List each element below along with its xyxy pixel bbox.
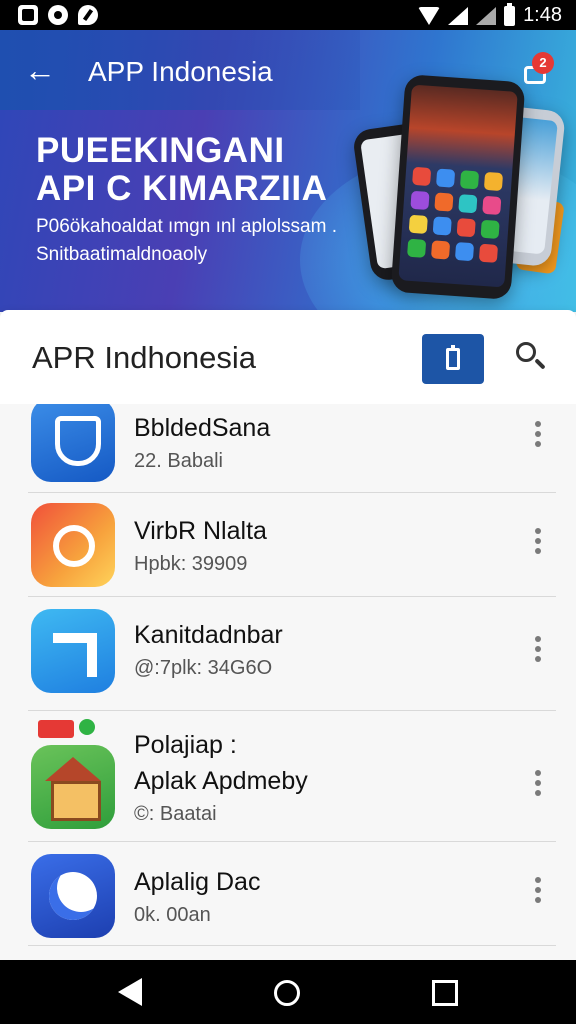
app-name: BbldedSana [134,414,271,442]
battery-icon [504,2,516,26]
gallery-notification-icon [18,5,38,25]
app-meta: 0k. 00an [134,904,211,926]
app-notification-icon [48,5,68,25]
divider [28,945,556,946]
list-item[interactable]: Kanitdadnbar @:7plk: 34G6O [0,597,576,710]
status-bar: 1:48 [0,0,576,30]
more-options-button[interactable] [526,418,550,452]
app-meta: Hpbk: 39909 [134,553,248,575]
app-name: Kanitdadnbar [134,621,283,649]
shield-notification-icon [78,5,98,25]
app-meta: 22. Babali [134,450,223,472]
shield-app-icon [31,404,115,482]
search-icon [516,342,536,362]
camera-app-icon [31,503,115,587]
signal-secondary-icon [476,6,497,25]
signal-icon [448,6,469,25]
banner-headline-line2: API C KIMARZIIA [36,169,328,208]
banner-headline-line1: PUEEKINGANI [36,131,285,170]
back-button[interactable]: ← [20,50,60,90]
more-options-button[interactable] [526,525,550,559]
phone-app-icon [31,854,115,938]
list-item[interactable]: VirbR Nlalta Hpbk: 39909 [0,493,576,597]
notification-badge: 2 [532,52,554,74]
app-meta: @:7plk: 34G6O [134,657,273,679]
house-app-icon [31,745,115,829]
status-notification-icons [18,5,98,25]
more-options-button[interactable] [526,874,550,908]
app-list: BbldedSana 22. Babali VirbR Nlalta Hpbk:… [0,404,576,960]
app-name-line2: Aplak Apdmeby [134,767,308,795]
nav-home-button[interactable] [274,980,300,1006]
arrow-left-icon: ← [24,52,56,88]
device-filter-button[interactable] [422,334,484,384]
app-title: APP Indonesia [88,56,273,87]
device-icon [446,345,460,370]
nav-back-button[interactable] [118,978,142,1006]
hero-banner: ← APP Indonesia 2 PUEEKINGANI API C KIMA… [0,30,576,312]
list-item[interactable]: BbldedSana 22. Babali [0,404,576,494]
banner-subtext-line1: P06ökahoaldat ımgn ınl aplolssam . [36,216,338,237]
store-title: APR Indhonesia [32,340,257,375]
app-grid-illustration [407,166,505,263]
app-name: Aplalig Dac [134,868,261,896]
nav-recents-button[interactable] [432,980,458,1006]
list-item[interactable]: Polajiap : Aplak Apdmeby ©: Baatai [0,711,576,841]
app-meta: ©: Baatai [134,803,217,825]
status-system-icons: 1:48 [418,2,562,27]
list-item[interactable]: Aplalig Dac 0k. 00an [0,842,576,946]
app-name: VirbR Nlalta [134,517,267,545]
arrow-app-icon [31,609,115,693]
search-button[interactable] [510,336,550,376]
system-navigation-bar [0,960,576,1024]
messages-button[interactable]: 2 [518,52,554,88]
app-name-line1: Polajiap : [134,731,237,759]
more-options-button[interactable] [526,767,550,801]
search-header-card: APR Indhonesia [0,310,576,404]
phone-illustration-main [390,74,526,300]
banner-subtext-line2: Snitbaatimaldnoaoly [36,244,208,265]
more-options-button[interactable] [526,633,550,667]
wifi-icon [418,6,441,25]
status-time: 1:48 [523,4,562,26]
